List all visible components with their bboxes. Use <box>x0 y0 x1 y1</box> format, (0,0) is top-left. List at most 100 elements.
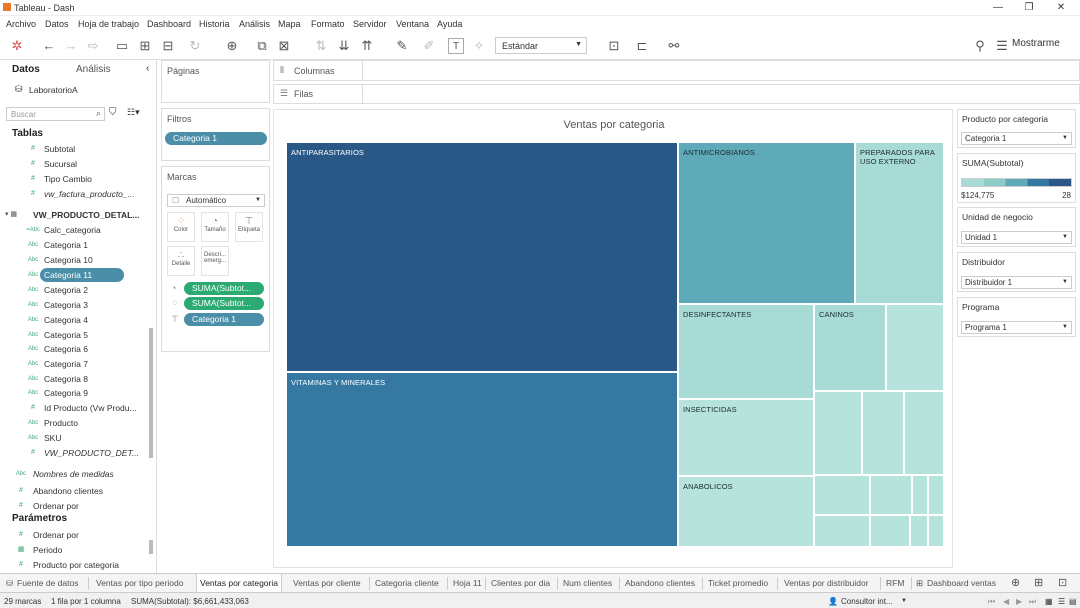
close-icon[interactable]: ✕ <box>1053 2 1069 14</box>
treemap-rect[interactable] <box>862 391 904 475</box>
replay-icon[interactable]: ⇨ <box>85 38 101 54</box>
show-me-button[interactable]: Mostrarme <box>1012 38 1060 49</box>
datasource-name[interactable]: LaboratorioA <box>29 85 78 95</box>
tab-rfm[interactable]: RFM <box>886 578 904 588</box>
group-icon[interactable]: ✐ <box>421 38 437 54</box>
distribuidor-dropdown[interactable]: Distribuidor 1 ▼ <box>961 276 1072 289</box>
new-worksheet-icon[interactable]: ⊕ <box>1011 576 1020 589</box>
treemap-rect[interactable]: ANABOLICOS <box>678 476 814 547</box>
treemap-rect[interactable]: INSECTICIDAS <box>678 399 814 476</box>
label-pill[interactable]: Categoria 1 <box>184 313 264 326</box>
field-item[interactable]: Abc Categoria 6 <box>0 342 150 356</box>
field-item[interactable]: Abc Categoria 4 <box>0 313 150 327</box>
nav-last-icon[interactable]: ⏭ <box>1029 597 1036 607</box>
tab-ventas-tipo-periodo[interactable]: Ventas por tipo periodo <box>96 578 183 588</box>
field-item[interactable]: # Abandono clientes <box>0 484 150 498</box>
treemap-rect[interactable]: VITAMINAS Y MINERALES <box>286 372 678 547</box>
tab-fuente-datos[interactable]: Fuente de datos <box>17 578 78 588</box>
filter-pill[interactable]: Categoria 1 <box>165 132 267 145</box>
field-item[interactable]: # Id Producto (Vw Produ... <box>0 401 150 415</box>
treemap-rect[interactable] <box>814 391 862 475</box>
field-item[interactable]: Abc Producto <box>0 416 150 430</box>
parameter-item[interactable]: # Ordenar por <box>0 528 150 542</box>
menu-analisis[interactable]: Análisis <box>239 19 270 29</box>
rows-shelf[interactable]: ☰ Filas <box>273 84 1080 104</box>
table-header[interactable]: ▾ ▦ VW_PRODUCTO_DETAL... <box>0 208 150 222</box>
producto-dropdown[interactable]: Categoria 1 ▼ <box>961 132 1072 145</box>
field-item[interactable]: Abc Categoria 8 <box>0 372 150 386</box>
treemap-rect[interactable] <box>928 475 944 515</box>
sheet-grid-icon[interactable]: ▦ <box>1045 597 1053 606</box>
tab-datos[interactable]: Datos <box>12 64 40 75</box>
treemap-rect[interactable] <box>814 515 870 547</box>
field-item[interactable]: # vw_factura_producto_... <box>0 187 150 201</box>
tab-ventas-categoria[interactable]: Ventas por categoria <box>196 574 282 593</box>
field-item[interactable]: Abc SKU <box>0 431 150 445</box>
status-user[interactable]: Consultor int... <box>841 597 893 606</box>
nav-first-icon[interactable]: ⏮ <box>988 597 995 607</box>
highlight-icon[interactable]: ✎ <box>394 38 410 54</box>
tab-dashboard-ventas[interactable]: Dashboard ventas <box>927 578 996 588</box>
sort-desc-icon[interactable]: ⇈ <box>359 38 375 54</box>
field-item[interactable]: # Subtotal <box>0 142 150 156</box>
restore-icon[interactable]: ❐ <box>1021 2 1037 14</box>
tab-categoria-cliente[interactable]: Categoria cliente <box>375 578 439 588</box>
treemap-rect[interactable]: CANINOS <box>814 304 886 391</box>
tab-ventas-distribuidor[interactable]: Ventas por distribuidor <box>784 578 869 588</box>
filter-icon[interactable]: ⛉ <box>109 107 117 118</box>
duplicate-sheet-icon[interactable]: ⧉ <box>254 38 270 54</box>
sheet-list-icon[interactable]: ☰ <box>1058 597 1065 606</box>
menu-ventana[interactable]: Ventana <box>396 19 429 29</box>
view-options-icon[interactable]: ☷▾ <box>127 107 140 118</box>
save-icon[interactable]: ▭ <box>114 38 130 54</box>
treemap-rect[interactable]: PREPARADOS PARA USO EXTERNO <box>855 142 944 304</box>
treemap-rect[interactable] <box>928 515 944 547</box>
refresh-icon[interactable]: ↻ <box>187 38 203 54</box>
field-item[interactable]: Abc Categoria 5 <box>0 328 150 342</box>
tableau-home-icon[interactable]: ✲ <box>9 38 25 54</box>
field-item[interactable]: Abc Categoria 1 <box>0 238 150 252</box>
field-item[interactable]: Abc Categoria 10 <box>0 253 150 267</box>
treemap-rect[interactable]: ANTIPARASITARIOS <box>286 142 678 372</box>
menu-hoja[interactable]: Hoja de trabajo <box>78 19 139 29</box>
menu-ayuda[interactable]: Ayuda <box>437 19 462 29</box>
field-item[interactable]: Abc Nombres de medidas <box>0 467 150 481</box>
treemap-rect[interactable] <box>910 515 928 547</box>
sort-asc-icon[interactable]: ⇊ <box>336 38 352 54</box>
menu-formato[interactable]: Formato <box>311 19 345 29</box>
show-me-icon[interactable]: ☰ <box>996 38 1008 54</box>
nav-next-icon[interactable]: ▶ <box>1016 597 1022 606</box>
unidad-dropdown[interactable]: Unidad 1 ▼ <box>961 231 1072 244</box>
treemap-rect[interactable] <box>886 304 944 391</box>
sheet-filmstrip-icon[interactable]: ▤ <box>1069 597 1077 606</box>
scrollbar[interactable] <box>149 328 153 458</box>
tab-ticket-promedio[interactable]: Ticket promedio <box>708 578 768 588</box>
field-item[interactable]: Abc Categoria 7 <box>0 357 150 371</box>
treemap-rect[interactable] <box>904 391 944 475</box>
clear-sheet-icon[interactable]: ⊠ <box>276 38 292 54</box>
labels-icon[interactable]: T <box>448 38 464 54</box>
new-story-icon[interactable]: ⊡ <box>1058 576 1067 589</box>
parameter-item[interactable]: # Producto por categoria <box>0 558 150 572</box>
menu-archivo[interactable]: Archivo <box>6 19 36 29</box>
menu-servidor[interactable]: Servidor <box>353 19 387 29</box>
treemap-chart[interactable]: ANTIPARASITARIOS VITAMINAS Y MINERALES ANT… <box>286 142 944 547</box>
tab-num-clientes[interactable]: Num clientes <box>563 578 612 588</box>
tooltip-button[interactable]: Descri... emerg... <box>201 246 229 276</box>
tab-abandono-clientes[interactable]: Abandono clientes <box>625 578 695 588</box>
field-item[interactable]: # VW_PRODUCTO_DET... <box>0 446 150 460</box>
treemap-rect[interactable] <box>870 515 910 547</box>
field-item[interactable]: =Abc Calc_categoria <box>0 223 150 237</box>
treemap-rect[interactable] <box>912 475 928 515</box>
pin-icon[interactable]: ⚲ <box>972 38 988 54</box>
field-item[interactable]: # Sucursal <box>0 157 150 171</box>
size-pill[interactable]: SUMA(Subtot... <box>184 282 264 295</box>
tab-clientes-dia[interactable]: Clientes por dia <box>491 578 550 588</box>
detail-button[interactable]: ∴ Detalle <box>167 246 195 276</box>
field-item[interactable]: # Tipo Cambio <box>0 172 150 186</box>
field-item[interactable]: # Ordenar por <box>0 499 150 513</box>
scrollbar-params[interactable] <box>149 540 153 554</box>
field-item[interactable]: Abc Categoria 11 <box>0 268 150 282</box>
show-cards-icon[interactable]: ⊡ <box>606 38 622 54</box>
treemap-rect[interactable] <box>870 475 912 515</box>
